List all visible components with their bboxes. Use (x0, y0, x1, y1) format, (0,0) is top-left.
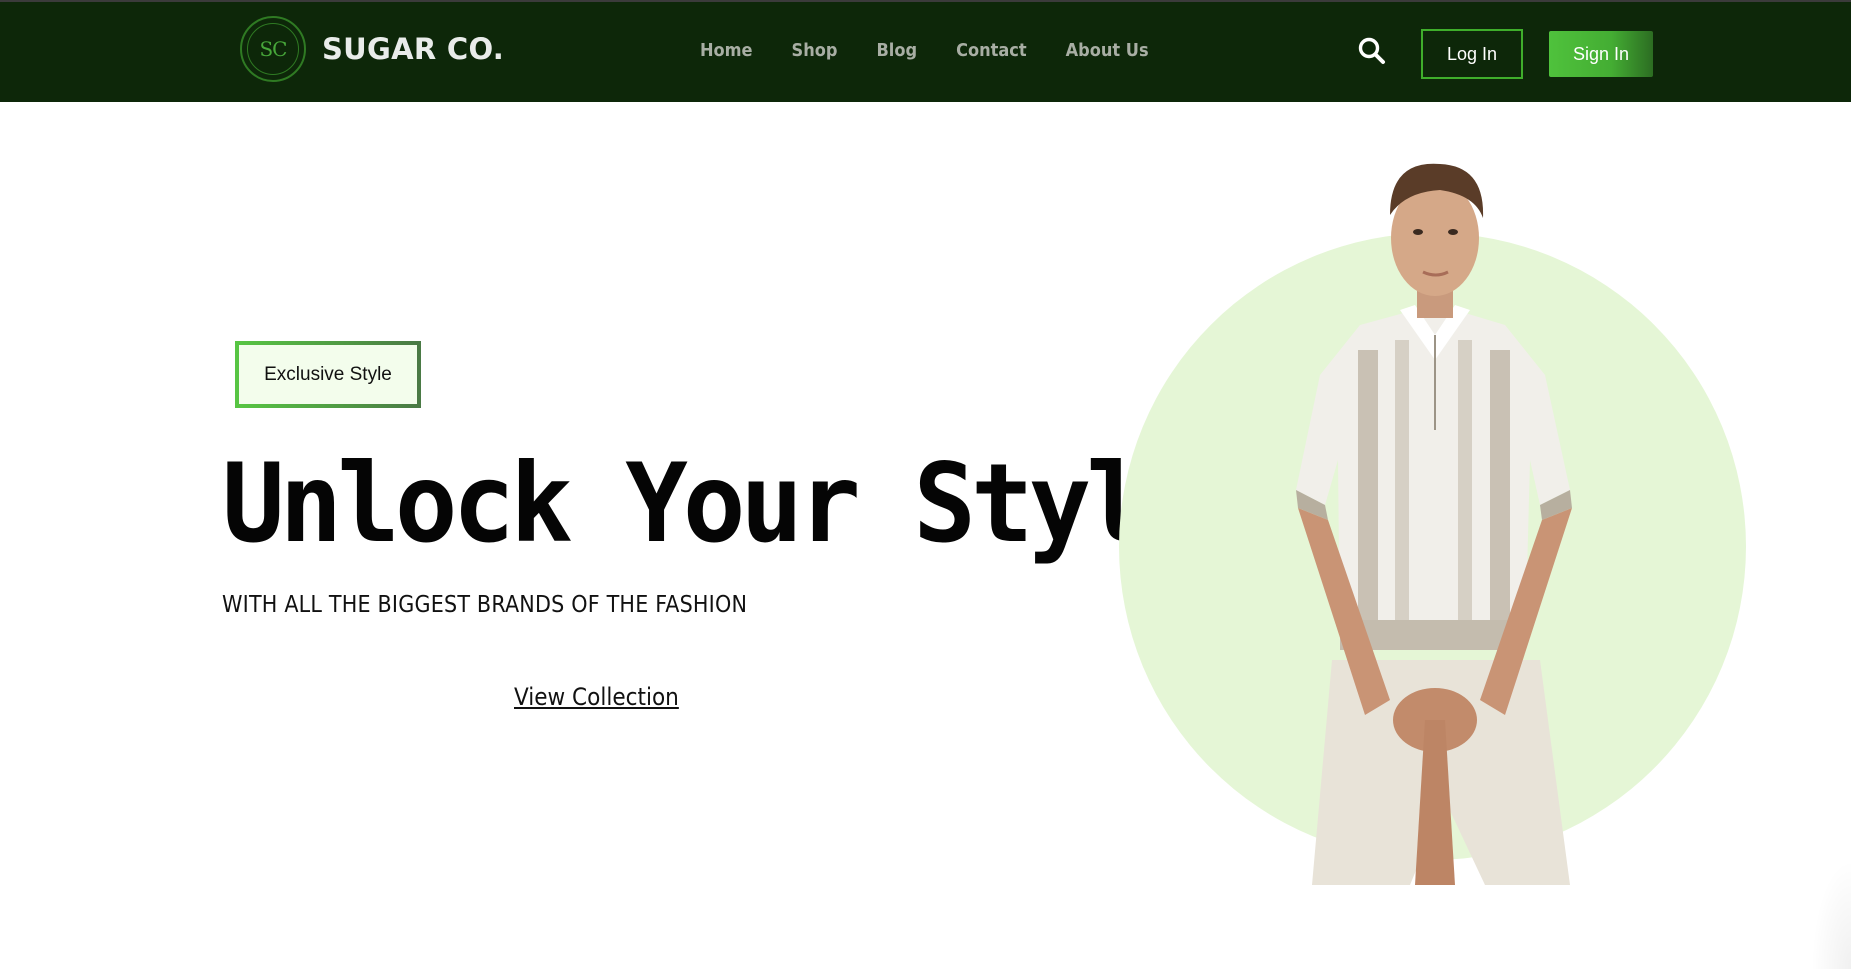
hero-title: Unlock Your Style (222, 438, 1206, 568)
hero-model-image (1296, 163, 1572, 885)
main-nav: Home Shop Blog Contact About Us (700, 40, 1149, 61)
search-icon[interactable] (1357, 36, 1387, 66)
logo-badge: SC (240, 16, 306, 82)
nav-link-contact[interactable]: Contact (956, 40, 1027, 61)
hero-subtitle: WITH ALL THE BIGGEST BRANDS OF THE FASHI… (222, 592, 748, 618)
view-collection-link[interactable]: View Collection (514, 683, 679, 711)
site-header: SC SUGAR CO. Home Shop Blog Contact Abou… (0, 2, 1851, 102)
exclusive-style-badge: Exclusive Style (235, 341, 421, 408)
signin-button[interactable]: Sign In (1549, 31, 1653, 77)
nav-link-home[interactable]: Home (700, 40, 753, 61)
nav-link-about-us[interactable]: About Us (1066, 40, 1149, 61)
nav-link-blog[interactable]: Blog (876, 40, 917, 61)
logo-monogram: SC (259, 37, 287, 61)
login-button[interactable]: Log In (1421, 29, 1523, 79)
nav-link-shop[interactable]: Shop (792, 40, 838, 61)
brand-name: SUGAR CO. (322, 32, 505, 66)
corner-shadow (1811, 859, 1851, 969)
brand[interactable]: SC SUGAR CO. (240, 16, 504, 82)
